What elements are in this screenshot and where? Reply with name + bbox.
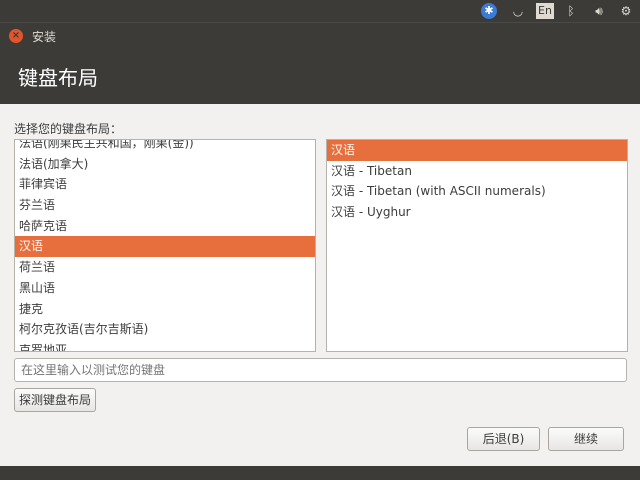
layout-prompt: 选择您的键盘布局： — [14, 122, 123, 136]
keyboard-test-input[interactable] — [14, 358, 627, 382]
list-item[interactable]: 克罗地亚 — [15, 340, 315, 351]
bottom-bar — [0, 466, 640, 480]
wifi-icon[interactable]: ◡ — [509, 3, 527, 19]
list-item[interactable]: 菲律宾语 — [15, 174, 315, 195]
variant-list[interactable]: 汉语 汉语 - Tibetan 汉语 - Tibetan (with ASCII n… — [326, 139, 628, 352]
list-item[interactable]: 荷兰语 — [15, 257, 315, 278]
keyboard-indicator[interactable]: En — [536, 3, 554, 19]
list-item[interactable]: 法语(刚果民主共和国，刚果(金)) — [15, 140, 315, 154]
list-item[interactable]: 芬兰语 — [15, 195, 315, 216]
top-panel: ✱ ◡ En ᛒ 🔊︎ ⚙ — [0, 0, 640, 22]
layout-list[interactable]: 法语(刚果民主共和国，刚果(金)) 法语(加拿大) 菲律宾语 芬兰语 哈萨克语 汉语 荷兰语… — [14, 139, 316, 352]
list-item[interactable]: 哈萨克语 — [15, 216, 315, 237]
gear-icon[interactable]: ⚙ — [618, 3, 634, 19]
list-item[interactable]: 汉语 — [327, 140, 627, 161]
list-item[interactable]: 汉语 - Tibetan — [327, 161, 627, 182]
list-item[interactable]: 汉语 - Uyghur — [327, 202, 627, 223]
detect-layout-button[interactable]: 探测键盘布局 — [14, 388, 96, 412]
window-title: 安装 — [32, 30, 57, 44]
bluetooth-icon[interactable]: ᛒ — [565, 3, 577, 19]
list-item[interactable]: 汉语 - Tibetan (with ASCII numerals) — [327, 181, 627, 202]
close-icon[interactable]: × — [9, 29, 23, 43]
list-item[interactable]: 柯尔克孜语(吉尔吉斯语) — [15, 319, 315, 340]
accessibility-icon[interactable]: ✱ — [481, 3, 497, 19]
list-item[interactable]: 法语(加拿大) — [15, 154, 315, 175]
continue-button[interactable]: 继续 — [548, 427, 624, 451]
volume-icon[interactable]: 🔊︎ — [589, 3, 609, 19]
page-title: 键盘布局 — [18, 66, 98, 90]
list-item[interactable]: 捷克 — [15, 299, 315, 320]
window-titlebar: × 安装 — [0, 22, 640, 48]
list-item[interactable]: 汉语 — [15, 236, 315, 258]
list-item[interactable]: 黑山语 — [15, 278, 315, 299]
page-header: 键盘布局 — [0, 48, 640, 104]
back-button[interactable]: 后退(B) — [467, 427, 540, 451]
